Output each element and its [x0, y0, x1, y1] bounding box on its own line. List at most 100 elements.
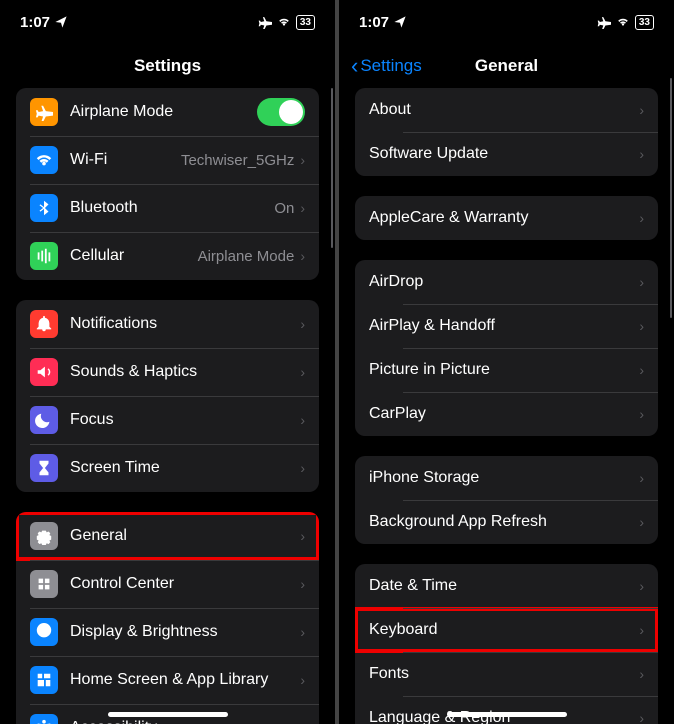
- cellular-icon: [30, 242, 58, 270]
- row-control-center[interactable]: Control Center›: [16, 560, 319, 608]
- row-value: Techwiser_5GHz: [181, 152, 294, 169]
- home-icon: [30, 666, 58, 694]
- row-label: Accessibility: [70, 719, 300, 724]
- chevron-right-icon: ›: [300, 720, 305, 724]
- chevron-right-icon: ›: [639, 666, 644, 682]
- row-label: Background App Refresh: [369, 513, 639, 531]
- status-time: 1:07: [20, 14, 50, 31]
- chevron-right-icon: ›: [639, 318, 644, 334]
- row-label: Home Screen & App Library: [70, 671, 300, 689]
- row-notifications[interactable]: Notifications›: [16, 300, 319, 348]
- row-background-app-refresh[interactable]: Background App Refresh›: [355, 500, 658, 544]
- settings-list[interactable]: Airplane Mode Wi-FiTechwiser_5GHz › Bluetoo…: [0, 88, 335, 724]
- airplane-icon: [30, 98, 58, 126]
- row-applecare-warranty[interactable]: AppleCare & Warranty›: [355, 196, 658, 240]
- chevron-right-icon: ›: [300, 672, 305, 688]
- row-label: CarPlay: [369, 405, 639, 423]
- row-about[interactable]: About›: [355, 88, 658, 132]
- row-label: Screen Time: [70, 459, 300, 477]
- row-sounds-haptics[interactable]: Sounds & Haptics›: [16, 348, 319, 396]
- row-label: iPhone Storage: [369, 469, 639, 487]
- row-airplay-handoff[interactable]: AirPlay & Handoff›: [355, 304, 658, 348]
- chevron-right-icon: ›: [300, 624, 305, 640]
- row-label: Cellular: [70, 247, 198, 265]
- chevron-left-icon: ‹: [351, 55, 358, 77]
- row-label: Wi-Fi: [70, 151, 181, 169]
- home-indicator[interactable]: [447, 712, 567, 717]
- nav-header: Settings: [0, 44, 335, 88]
- page-title: Settings: [134, 56, 201, 76]
- chevron-right-icon: ›: [639, 622, 644, 638]
- settings-group: Notifications›Sounds & Haptics›Focus›Scr…: [16, 300, 319, 492]
- row-value: Airplane Mode: [198, 248, 295, 265]
- row-fonts[interactable]: Fonts›: [355, 652, 658, 696]
- chevron-right-icon: ›: [639, 102, 644, 118]
- row-language-region[interactable]: Language & Region›: [355, 696, 658, 724]
- airplane-mode-icon: [258, 15, 272, 29]
- row-home-screen-app-library[interactable]: Home Screen & App Library›: [16, 656, 319, 704]
- bell-icon: [30, 310, 58, 338]
- chevron-right-icon: ›: [300, 152, 305, 168]
- row-display-brightness[interactable]: Display & Brightness›: [16, 608, 319, 656]
- row-bluetooth[interactable]: BluetoothOn›: [16, 184, 319, 232]
- row-airplane-mode[interactable]: Airplane Mode: [16, 88, 319, 136]
- row-cellular[interactable]: CellularAirplane Mode ›: [16, 232, 319, 280]
- moon-icon: [30, 406, 58, 434]
- accessibility-icon: [30, 714, 58, 724]
- wifi-status-icon: [276, 16, 292, 28]
- location-arrow-icon: [54, 15, 68, 29]
- row-label: Airplane Mode: [70, 103, 257, 121]
- gear-icon: [30, 522, 58, 550]
- row-label: Focus: [70, 411, 300, 429]
- row-picture-in-picture[interactable]: Picture in Picture›: [355, 348, 658, 392]
- row-label: Display & Brightness: [70, 623, 300, 641]
- battery-level: 33: [296, 15, 315, 30]
- bluetooth-icon: [30, 194, 58, 222]
- settings-group: AppleCare & Warranty›: [355, 196, 658, 240]
- home-indicator[interactable]: [108, 712, 228, 717]
- row-keyboard[interactable]: Keyboard›: [355, 608, 658, 652]
- chevron-right-icon: ›: [639, 274, 644, 290]
- back-button[interactable]: ‹ Settings: [351, 55, 422, 77]
- row-wi-fi[interactable]: Wi-FiTechwiser_5GHz ›: [16, 136, 319, 184]
- settings-group: Date & Time›Keyboard›Fonts›Language & Re…: [355, 564, 658, 724]
- general-screen: 1:07 33 ‹ Settings General About›Softwar…: [339, 0, 674, 724]
- hourglass-icon: [30, 454, 58, 482]
- chevron-right-icon: ›: [639, 362, 644, 378]
- row-carplay[interactable]: CarPlay›: [355, 392, 658, 436]
- row-iphone-storage[interactable]: iPhone Storage›: [355, 456, 658, 500]
- general-list[interactable]: About›Software Update›AppleCare & Warran…: [339, 88, 674, 724]
- row-airdrop[interactable]: AirDrop›: [355, 260, 658, 304]
- settings-group: About›Software Update›: [355, 88, 658, 176]
- toggle-switch[interactable]: [257, 98, 305, 126]
- row-general[interactable]: General›: [16, 512, 319, 560]
- row-label: General: [70, 527, 300, 545]
- chevron-right-icon: ›: [639, 514, 644, 530]
- row-label: Picture in Picture: [369, 361, 639, 379]
- settings-group: General›Control Center›Display & Brightn…: [16, 512, 319, 724]
- row-label: Sounds & Haptics: [70, 363, 300, 381]
- settings-group: iPhone Storage›Background App Refresh›: [355, 456, 658, 544]
- chevron-right-icon: ›: [639, 210, 644, 226]
- status-bar: 1:07 33: [0, 0, 335, 44]
- row-label: Software Update: [369, 145, 639, 163]
- row-label: AirPlay & Handoff: [369, 317, 639, 335]
- row-label: Bluetooth: [70, 199, 274, 217]
- chevron-right-icon: ›: [300, 248, 305, 264]
- scroll-indicator: [331, 88, 333, 248]
- row-label: Control Center: [70, 575, 300, 593]
- row-value: On: [274, 200, 294, 217]
- control-icon: [30, 570, 58, 598]
- chevron-right-icon: ›: [639, 578, 644, 594]
- wifi-icon: [30, 146, 58, 174]
- row-software-update[interactable]: Software Update›: [355, 132, 658, 176]
- scroll-indicator: [670, 78, 672, 318]
- chevron-right-icon: ›: [639, 146, 644, 162]
- speaker-icon: [30, 358, 58, 386]
- status-time: 1:07: [359, 14, 389, 31]
- row-label: Date & Time: [369, 577, 639, 595]
- row-screen-time[interactable]: Screen Time›: [16, 444, 319, 492]
- chevron-right-icon: ›: [300, 316, 305, 332]
- row-date-time[interactable]: Date & Time›: [355, 564, 658, 608]
- row-focus[interactable]: Focus›: [16, 396, 319, 444]
